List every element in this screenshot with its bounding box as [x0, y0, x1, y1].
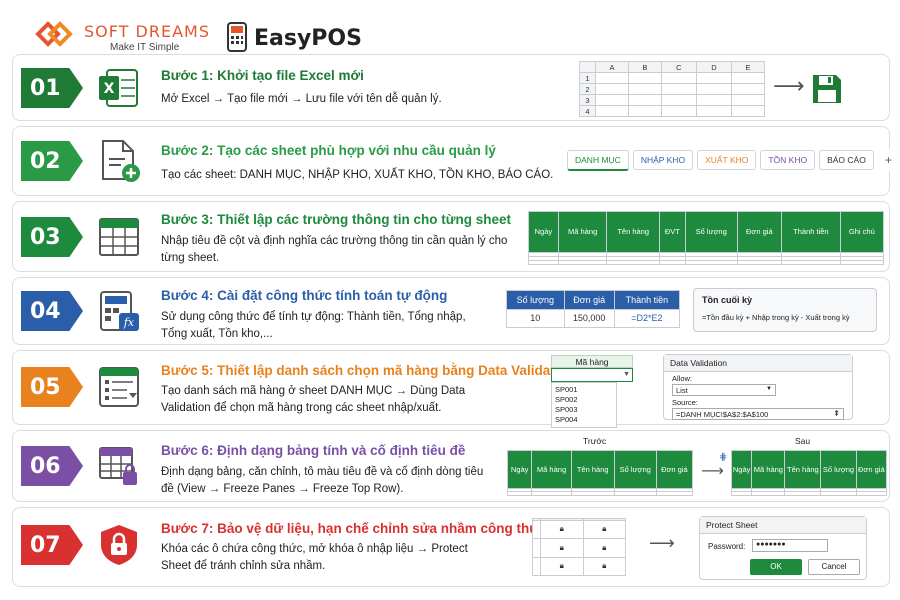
protect-sheet-dialog: Protect Sheet Password: ●●●●●●● OK Cance… [699, 516, 867, 580]
softdreams-logo-icon [35, 21, 73, 47]
arrow-right-icon: ⟶ [649, 533, 675, 553]
step-4: 04 fx Bước 4: Cài đặt công thức tính toá… [12, 277, 890, 345]
dialog-title: Protect Sheet [700, 517, 866, 534]
before-label: Trước [583, 436, 607, 446]
ma-hang-dropdown: Mã hàng ▼ SP001 SP002 SP003 SP004 [551, 355, 633, 428]
tab-bao-cao[interactable]: BÁO CÁO [819, 150, 874, 170]
password-input[interactable]: ●●●●●●● [752, 539, 828, 552]
ton-cuoi-ky-title: Tồn cuối kỳ [702, 295, 753, 305]
step-title: Bước 7: Bảo vệ dữ liệu, hạn chế chỉnh sử… [161, 521, 547, 536]
allow-select[interactable]: List ▼ [672, 384, 776, 396]
new-file-icon [102, 140, 140, 182]
excel-icon: X [99, 69, 138, 107]
step-title: Bước 3: Thiết lập các trường thông tin c… [161, 212, 512, 227]
list-item[interactable]: SP003 [555, 405, 613, 415]
locked-cells-grid: 🔒︎ 🔒︎ 🔒︎ 🔒︎ 🔒︎ 🔒︎ [531, 518, 627, 577]
svg-text:X: X [104, 81, 115, 97]
step-description: Sử dụng công thức để tính tự động: Thành… [161, 311, 466, 340]
easypos-name: EasyPOS [254, 26, 362, 51]
chevron-down-icon[interactable]: ▼ [623, 371, 630, 378]
pos-terminal-icon [227, 22, 247, 52]
softdreams-name: SOFT DREAMS [84, 22, 210, 41]
table-after: Ngày Mã hàng Tên hàng Số lượng Đơn giá [730, 450, 888, 496]
step-number-badge: 03 [21, 217, 83, 257]
add-sheet-button[interactable]: + [877, 149, 899, 171]
lock-icon: 🔒︎ [540, 519, 584, 540]
step-number-badge: 01 [21, 68, 83, 108]
step-title: Bước 6: Định dạng bảng tính và cố định t… [161, 443, 466, 458]
step-description: Khóa các ô chứa công thức, mở khóa ô nhậ… [161, 543, 468, 572]
tab-ton-kho[interactable]: TỒN KHO [760, 150, 816, 170]
after-label: Sau [795, 436, 811, 446]
range-select-icon[interactable]: ⇞ [833, 409, 840, 418]
step-number-badge: 06 [21, 446, 83, 486]
header-logos: SOFT DREAMS Make IT Simple EasyPOS [0, 0, 900, 53]
freeze-table-icon [99, 447, 137, 485]
step-number-badge: 05 [21, 367, 83, 407]
table-icon [99, 218, 139, 256]
step-title: Bước 5: Thiết lập danh sách chọn mã hàng… [161, 363, 575, 378]
step-description: Định dạng bảng, căn chỉnh, tô màu tiêu đ… [161, 466, 484, 495]
ok-button[interactable]: OK [750, 559, 802, 575]
tab-xuat-kho[interactable]: XUẤT KHO [697, 150, 757, 170]
ma-hang-list: SP001 SP002 SP003 SP004 [551, 382, 617, 428]
allow-label: Allow: [672, 374, 693, 383]
step-7: 07 Bước 7: Bảo vệ dữ liệu, hạn chế chỉnh… [12, 507, 890, 587]
step-title: Bước 1: Khởi tạo file Excel mới [161, 68, 364, 83]
ton-cuoi-ky-formula: =Tồn đầu kỳ + Nhập trong kỳ - Xuất trong… [702, 313, 850, 322]
field-header-table: Ngày Mã hàng Tên hàng ĐVT Số lượng Đơn giá Thà… [528, 211, 885, 266]
step-title: Bước 2: Tạo các sheet phù hợp với nhu cầ… [161, 143, 496, 158]
list-item[interactable]: SP004 [555, 415, 613, 425]
step-1: 01 X Bước 1: Khởi tạo file Excel mới Mở … [12, 54, 890, 121]
step-number-badge: 07 [21, 525, 83, 565]
arrow-right-icon: ⟶ [701, 463, 724, 480]
tab-nhap-kho[interactable]: NHẬP KHO [632, 150, 694, 170]
ma-hang-header: Mã hàng [551, 355, 633, 368]
softdreams-slogan: Make IT Simple [110, 42, 180, 53]
arrow-right-icon: ⟶ [773, 73, 805, 98]
excel-grid-preview: ABCDE 1 2 3 4 [579, 61, 765, 117]
svg-text:fx: fx [123, 316, 135, 329]
step-3: 03 Bước 3: Thiết lập các trường thông ti… [12, 201, 890, 272]
step-number-badge: 02 [21, 141, 83, 181]
tab-danh-muc[interactable]: DANH MỤC [567, 149, 629, 171]
step-description: Tạo các sheet: DANH MỤC, NHẬP KHO, XUẤT … [161, 169, 554, 181]
formula-table: Số lượng Đơn giá Thành tiền 10 150,000 =D2*E… [506, 290, 681, 328]
step-description: Nhập tiêu đề cột và định nghĩa các trườn… [161, 235, 508, 264]
lock-icon: 🔒︎ [540, 538, 584, 558]
lock-icon: 🔒︎ [540, 556, 584, 577]
step-2: 02 Bước 2: Tạo các sheet phù hợp với nhu… [12, 126, 899, 196]
step-title: Bước 4: Cài đặt công thức tính toán tự đ… [161, 288, 448, 303]
freeze-panes-icon: ⋕ [719, 452, 728, 463]
data-validation-dialog: Data Validation Allow: List ▼ Source: =D… [663, 354, 853, 420]
formula-icon: fx [100, 291, 139, 331]
shield-lock-icon [101, 525, 137, 565]
table-before: Ngày Mã hàng Tên hàng Số lượng Đơn giá [506, 450, 694, 496]
chevron-down-icon: ▼ [766, 386, 772, 392]
ton-cuoi-ky-box: Tồn cuối kỳ =Tồn đầu kỳ + Nhập trong kỳ … [693, 288, 877, 332]
step-description: Mở Excel → Tạo file mới → Lưu file với t… [161, 93, 442, 105]
step-6: 06 Bước 6: Định dạng bảng tính và cố địn… [12, 430, 890, 502]
password-label: Password: [708, 542, 746, 551]
sheet-tabs: DANH MỤC NHẬP KHO XUẤT KHO TỒN KHO BÁO C… [567, 149, 899, 171]
list-item[interactable]: SP002 [555, 395, 613, 405]
lock-icon: 🔒︎ [582, 519, 627, 540]
step-5: 05 Bước 5: Thiết lập danh sách chọn mã h… [12, 350, 890, 428]
step-number-badge: 04 [21, 291, 83, 331]
lock-icon: 🔒︎ [582, 556, 627, 577]
source-input[interactable]: =DANH MỤC!$A$2:$A$100 ⇞ [672, 408, 844, 420]
checklist-icon [99, 367, 139, 407]
lock-icon: 🔒︎ [582, 538, 627, 558]
dialog-title: Data Validation [664, 355, 852, 372]
ma-hang-select[interactable]: ▼ [551, 368, 633, 382]
source-label: Source: [672, 398, 698, 407]
save-icon [813, 75, 841, 103]
list-item[interactable]: SP001 [555, 385, 613, 395]
cancel-button[interactable]: Cancel [808, 559, 860, 575]
step-description: Tạo danh sách mã hàng ở sheet DANH MỤC →… [161, 385, 466, 414]
